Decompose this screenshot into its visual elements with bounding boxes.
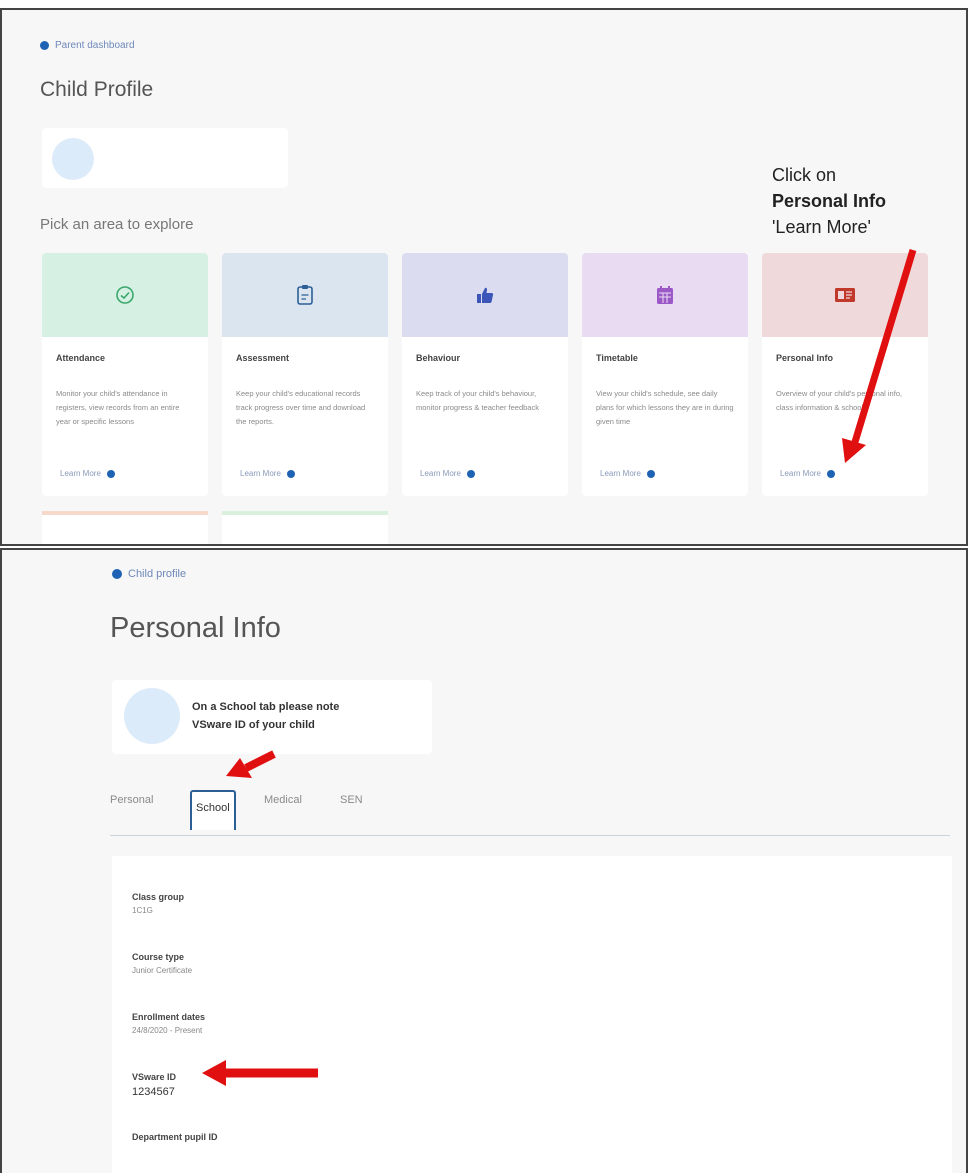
learn-more-link[interactable]: Learn More bbox=[780, 469, 835, 478]
arrow-dot-icon bbox=[106, 469, 115, 478]
field-course-type: Course type Junior Certificate bbox=[132, 952, 192, 975]
card-header bbox=[402, 253, 568, 337]
card-personal-info: Personal Info Overview of your child's p… bbox=[762, 253, 928, 496]
learn-more-link[interactable]: Learn More bbox=[60, 469, 115, 478]
field-enrollment-dates: Enrollment dates 24/8/2020 - Present bbox=[132, 1012, 205, 1035]
callout-line: Click on bbox=[772, 165, 837, 185]
child-profile-card bbox=[42, 128, 288, 188]
child-profile-panel: Parent dashboard Child Profile Pick an a… bbox=[0, 8, 968, 546]
card-header bbox=[762, 253, 928, 337]
learn-more-label[interactable]: Learn More bbox=[780, 469, 821, 478]
card-title: Assessment bbox=[236, 353, 290, 363]
avatar bbox=[52, 138, 94, 180]
card-header bbox=[582, 253, 748, 337]
arrow-dot-icon bbox=[646, 469, 655, 478]
breadcrumb[interactable]: Child profile bbox=[112, 568, 186, 580]
card-title: Attendance bbox=[56, 353, 106, 363]
calendar-icon bbox=[657, 286, 673, 304]
field-label: Course type bbox=[132, 952, 185, 962]
field-label: Enrollment dates bbox=[132, 1012, 206, 1022]
card-attendance: Attendance Monitor your child's attendan… bbox=[42, 253, 208, 496]
profile-tabs: Personal School Medical SEN bbox=[110, 780, 950, 836]
hint-text-bold: School bbox=[219, 701, 257, 713]
field-department-pupil-id: Department pupil ID bbox=[132, 1132, 218, 1146]
field-value: Junior Certificate bbox=[132, 966, 193, 975]
field-vsware-id: VSware ID 1234567 bbox=[132, 1072, 176, 1098]
card-header bbox=[222, 253, 388, 337]
card-partial bbox=[42, 511, 208, 544]
card-description: Keep your child's educational records tr… bbox=[236, 389, 366, 426]
hint-text: tab please note bbox=[256, 701, 340, 713]
breadcrumb-label[interactable]: Parent dashboard bbox=[55, 40, 135, 51]
field-label: Class group bbox=[132, 892, 185, 902]
tab-personal[interactable]: Personal bbox=[110, 794, 153, 806]
hint-text: VSware ID of your child bbox=[192, 719, 315, 731]
instruction-callout: Click on Personal Info 'Learn More' bbox=[772, 162, 886, 240]
card-title: Timetable bbox=[596, 353, 638, 363]
callout-line: 'Learn More' bbox=[772, 217, 871, 237]
learn-more-label[interactable]: Learn More bbox=[240, 469, 281, 478]
card-title: Behaviour bbox=[416, 353, 461, 363]
card-description: Keep track of your child's behaviour, mo… bbox=[416, 389, 539, 412]
school-tab-arrow bbox=[226, 750, 276, 778]
breadcrumb-dot-icon bbox=[40, 41, 49, 50]
card-behaviour: Behaviour Keep track of your child's beh… bbox=[402, 253, 568, 496]
field-value: 1C1G bbox=[132, 906, 153, 915]
personal-info-panel: Child profile Personal Info On a School … bbox=[0, 548, 968, 1173]
breadcrumb-label[interactable]: Child profile bbox=[128, 568, 186, 580]
callout-line-bold: Personal Info bbox=[772, 191, 887, 211]
learn-more-label[interactable]: Learn More bbox=[600, 469, 641, 478]
tab-medical[interactable]: Medical bbox=[264, 794, 302, 806]
field-value: 24/8/2020 - Present bbox=[132, 1026, 203, 1035]
card-partial bbox=[222, 511, 388, 544]
card-description: Overview of your child's personal info, … bbox=[776, 389, 903, 412]
arrow-dot-icon bbox=[286, 469, 295, 478]
card-title: Personal Info bbox=[776, 353, 834, 363]
page-title: Personal Info bbox=[110, 612, 281, 644]
avatar bbox=[124, 688, 180, 744]
id-card-icon bbox=[835, 288, 855, 302]
learn-more-label[interactable]: Learn More bbox=[420, 469, 461, 478]
card-description: Monitor your child's attendance in regis… bbox=[56, 389, 180, 426]
arrow-dot-icon bbox=[466, 469, 475, 478]
instruction-hint: On a School tab please note VSware ID of… bbox=[192, 698, 339, 734]
learn-more-label[interactable]: Learn More bbox=[60, 469, 101, 478]
breadcrumb-dot-icon bbox=[112, 569, 122, 579]
hint-text: On a bbox=[192, 701, 220, 713]
card-description: View your child's schedule, see daily pl… bbox=[596, 389, 734, 426]
card-assessment: Assessment Keep your child's educational… bbox=[222, 253, 388, 496]
clipboard-icon bbox=[297, 285, 313, 305]
section-label: Pick an area to explore bbox=[40, 216, 194, 233]
learn-more-link[interactable]: Learn More bbox=[420, 469, 475, 478]
card-timetable: Timetable View your child's schedule, se… bbox=[582, 253, 748, 496]
page-title: Child Profile bbox=[40, 78, 154, 101]
breadcrumb[interactable]: Parent dashboard bbox=[40, 40, 135, 51]
thumbs-up-icon bbox=[477, 287, 494, 303]
field-class-group: Class group 1C1G bbox=[132, 892, 184, 915]
field-label: Department pupil ID bbox=[132, 1132, 218, 1142]
check-circle-icon bbox=[116, 286, 134, 304]
tab-sen[interactable]: SEN bbox=[340, 794, 363, 806]
learn-more-link[interactable]: Learn More bbox=[600, 469, 655, 478]
tab-school[interactable]: School bbox=[190, 790, 236, 830]
learn-more-link[interactable]: Learn More bbox=[240, 469, 295, 478]
school-details: Class group 1C1G Course type Junior Cert… bbox=[112, 856, 952, 1173]
arrow-dot-icon bbox=[826, 469, 835, 478]
field-label: VSware ID bbox=[132, 1072, 177, 1082]
card-header bbox=[42, 253, 208, 337]
field-value: 1234567 bbox=[132, 1086, 175, 1098]
